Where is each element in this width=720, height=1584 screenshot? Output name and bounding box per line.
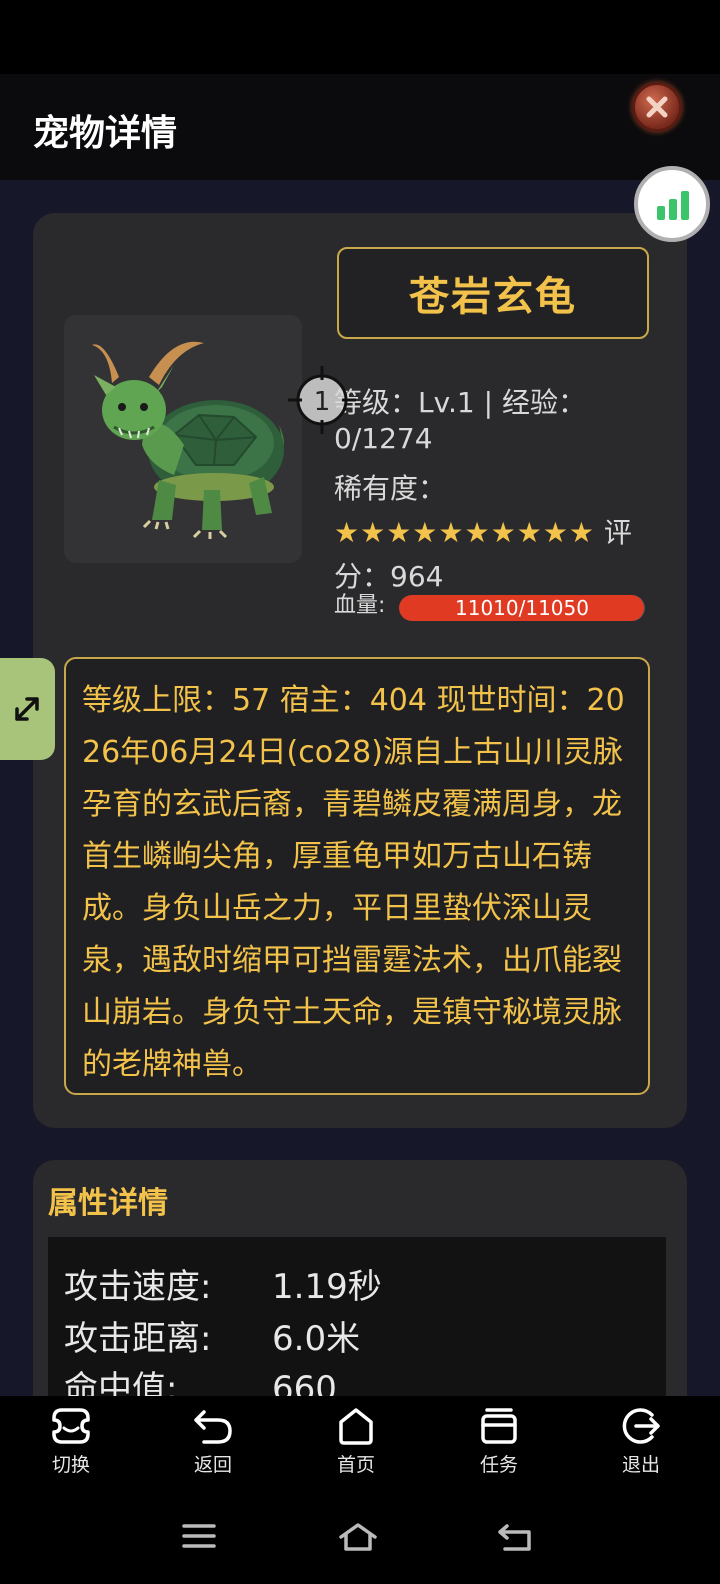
nav-exit[interactable]: 退出	[591, 1406, 691, 1477]
nav-switch[interactable]: 切换	[21, 1406, 121, 1477]
hp-text: 11010/11050	[455, 596, 589, 620]
attribute-key: 攻击距离:	[64, 1319, 212, 1359]
level-exp-line: 等级：Lv.1 | 经验：	[334, 386, 586, 419]
pet-image	[64, 315, 302, 563]
cursor-number: 1	[314, 387, 331, 417]
nav-home[interactable]: 首页	[306, 1406, 406, 1477]
rarity-label: 稀有度：	[334, 472, 447, 505]
system-back-icon[interactable]	[497, 1522, 533, 1552]
hp-bar: 11010/11050	[399, 595, 645, 621]
exit-icon	[622, 1408, 660, 1444]
system-home-icon[interactable]	[338, 1522, 378, 1552]
close-icon	[646, 96, 668, 118]
pet-name-box: 苍岩玄龟	[337, 247, 649, 339]
attribute-value: 1.19秒	[272, 1267, 382, 1307]
crosshair-icon: 1	[288, 366, 356, 434]
pet-name: 苍岩玄龟	[409, 274, 577, 320]
rarity-stars-line: ★★★★★★★★★★ 评	[334, 515, 632, 551]
switch-icon	[52, 1408, 90, 1444]
system-nav-bar	[0, 1494, 720, 1584]
page-title: 宠物详情	[33, 113, 178, 154]
attributes-title: 属性详情	[48, 1186, 168, 1221]
content-area[interactable]: 苍岩玄龟 等级：Lv.1 | 经验： 0/1274 稀有度： ★★★★★★★★★…	[0, 180, 720, 1410]
score-prefix: 评	[595, 516, 632, 549]
turtle-dragon-image	[92, 341, 284, 539]
description-box: 等级上限：57 宿主：404 现世时间：2026年06月24日(co28)源自上…	[64, 657, 650, 1095]
menu-icon[interactable]	[182, 1522, 216, 1550]
pet-card: 苍岩玄龟 等级：Lv.1 | 经验： 0/1274 稀有度： ★★★★★★★★★…	[33, 213, 687, 1128]
expand-side-button[interactable]	[0, 658, 55, 760]
expand-arrows-icon	[15, 697, 39, 721]
nav-home-label: 首页	[336, 1454, 375, 1476]
home-icon	[339, 1408, 373, 1445]
nav-task-label: 任务	[479, 1454, 518, 1476]
signal-bars-icon	[657, 191, 689, 220]
bottom-nav: 切换 返回 首页 任务 退出	[0, 1396, 720, 1494]
pet-description: 等级上限：57 宿主：404 现世时间：2026年06月24日(co28)源自上…	[82, 683, 625, 1082]
header: 宠物详情	[0, 74, 720, 180]
nav-back[interactable]: 返回	[163, 1406, 263, 1477]
rarity-stars: ★★★★★★★★★★	[334, 516, 596, 549]
attributes-table: 攻击速度: 1.19秒 攻击距离: 6.0米 命中值: 660	[48, 1237, 666, 1410]
attribute-key: 攻击速度:	[64, 1267, 212, 1307]
attribute-row: 攻击距离: 6.0米	[64, 1311, 360, 1360]
attributes-card: 属性详情 攻击速度: 1.19秒 攻击距离: 6.0米 命中值: 660	[33, 1160, 687, 1410]
attribute-value: 6.0米	[272, 1319, 361, 1359]
hp-label: 血量:	[334, 593, 386, 618]
target-cursor: 1	[288, 366, 356, 434]
attribute-row: 攻击速度: 1.19秒	[64, 1259, 382, 1308]
back-icon	[194, 1410, 232, 1444]
nav-switch-label: 切换	[51, 1454, 90, 1476]
status-bar	[0, 0, 720, 74]
nav-back-label: 返回	[193, 1454, 232, 1476]
floating-signal-button[interactable]	[634, 166, 710, 242]
nav-task[interactable]: 任务	[449, 1406, 549, 1477]
nav-exit-label: 退出	[621, 1454, 660, 1476]
close-button[interactable]	[632, 82, 682, 132]
task-icon	[481, 1408, 517, 1444]
